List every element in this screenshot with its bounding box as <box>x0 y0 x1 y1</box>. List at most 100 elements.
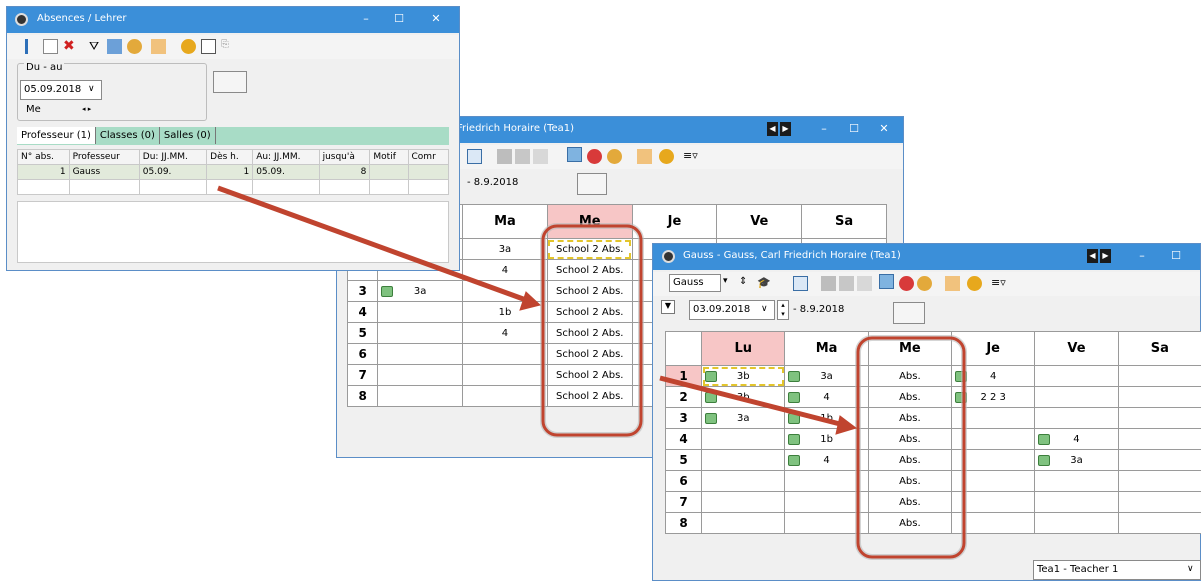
absence-cell[interactable]: Abs. <box>867 365 953 387</box>
chevron-down-icon[interactable]: ∨ <box>88 84 95 94</box>
absence-cell[interactable]: Abs. <box>867 491 953 513</box>
lesson-cell[interactable] <box>1034 470 1119 492</box>
absence-cell[interactable]: Abs. <box>867 428 953 450</box>
lesson-cell[interactable] <box>951 428 1036 450</box>
teacher-select[interactable]: Gauss <box>669 274 721 292</box>
absence-cell[interactable]: Abs. <box>867 449 953 471</box>
print-icon[interactable] <box>821 276 836 291</box>
grid-cell[interactable]: 8 <box>318 164 371 180</box>
lesson-cell[interactable] <box>1034 491 1119 513</box>
lesson-cell[interactable] <box>951 491 1036 513</box>
users-icon[interactable] <box>127 39 142 54</box>
lesson-cell[interactable]: 1b <box>784 428 869 450</box>
lesson-cell[interactable] <box>1117 428 1201 450</box>
delete-icon[interactable]: ✖ <box>63 38 78 54</box>
report-icon[interactable]: ⎘ <box>221 39 236 54</box>
calendar-icon[interactable] <box>201 39 216 54</box>
filter-icon[interactable]: ⛛ <box>89 39 104 54</box>
grid-header-cell[interactable]: Du: JJ.MM. <box>138 149 208 165</box>
grid-header-cell[interactable]: Au: JJ.MM. <box>252 149 320 165</box>
lesson-cell[interactable]: 3a <box>1034 449 1119 471</box>
calendar-dropdown[interactable] <box>577 173 607 195</box>
lesson-cell[interactable] <box>1117 386 1201 408</box>
lesson-cell[interactable] <box>951 512 1036 534</box>
grid-cell[interactable] <box>138 179 208 195</box>
absence-cell[interactable]: School 2 Abs. <box>546 238 633 260</box>
lesson-cell[interactable] <box>1034 365 1119 387</box>
lesson-cell[interactable] <box>701 470 786 492</box>
absence-cell[interactable]: Abs. <box>867 386 953 408</box>
lesson-cell[interactable]: 4 <box>1034 428 1119 450</box>
absence-cell[interactable]: School 2 Abs. <box>546 301 633 323</box>
grid-icon[interactable] <box>793 276 808 291</box>
chevron-down-icon[interactable]: ∨ <box>1187 564 1194 574</box>
settings-icon[interactable] <box>181 39 196 54</box>
grid-header-cell[interactable]: Dès h. <box>206 149 254 165</box>
day-header[interactable]: Sa <box>801 204 887 239</box>
lesson-cell[interactable] <box>377 322 464 344</box>
link-icon[interactable] <box>857 276 872 291</box>
lesson-cell[interactable] <box>377 385 464 407</box>
maximize-button[interactable]: ☐ <box>1167 248 1185 264</box>
day-header[interactable]: Lu <box>701 331 786 366</box>
cap-icon[interactable]: 🎓 <box>757 276 772 291</box>
minimize-button[interactable]: – <box>357 11 375 27</box>
chevron-down-icon[interactable]: ∨ <box>761 304 768 314</box>
lesson-cell[interactable] <box>377 301 464 323</box>
day-header[interactable]: Me <box>867 331 953 366</box>
grid-header-cell[interactable]: jusqu'à <box>318 149 371 165</box>
grid-cell[interactable] <box>407 164 450 180</box>
day-header[interactable]: Ve <box>716 204 803 239</box>
maximize-button[interactable]: ☐ <box>390 11 408 27</box>
lesson-cell[interactable] <box>784 470 869 492</box>
lesson-cell[interactable] <box>701 428 786 450</box>
lesson-cell[interactable] <box>462 385 548 407</box>
grid-cell[interactable] <box>252 179 320 195</box>
lesson-cell[interactable] <box>377 343 464 365</box>
grid-cell[interactable] <box>318 179 371 195</box>
day-header[interactable]: Sa <box>1117 331 1201 366</box>
lesson-cell[interactable] <box>701 449 786 471</box>
absence-cell[interactable]: School 2 Abs. <box>546 343 633 365</box>
absence-cell[interactable]: School 2 Abs. <box>546 364 633 386</box>
grid-header-cell[interactable]: N° abs. <box>17 149 70 165</box>
nav-prev-icon[interactable]: ◀ <box>1087 249 1098 263</box>
grid-cell[interactable]: 05.09. <box>252 164 320 180</box>
lesson-cell[interactable]: 4 <box>784 386 869 408</box>
grid-cell[interactable]: 1 <box>17 164 70 180</box>
link-icon[interactable] <box>533 149 548 164</box>
day-header[interactable]: Ma <box>462 204 548 239</box>
edit-icon[interactable] <box>879 274 894 289</box>
grid-cell[interactable]: Gauss <box>68 164 140 180</box>
tab-classes[interactable]: Classes (0) <box>96 127 160 144</box>
stepper-icon[interactable]: ⇕ <box>739 276 754 291</box>
absence-cell[interactable]: Abs. <box>867 407 953 429</box>
nav-prev-icon[interactable]: ◀ <box>767 122 778 136</box>
lesson-cell[interactable] <box>1117 407 1201 429</box>
grid-cell[interactable] <box>369 164 409 180</box>
grid-header-cell[interactable]: Motif <box>369 149 409 165</box>
grid-cell[interactable] <box>17 179 70 195</box>
lesson-cell[interactable]: 2 2 3 <box>951 386 1036 408</box>
new-icon[interactable] <box>43 39 58 54</box>
sort-icon[interactable] <box>107 39 122 54</box>
lesson-cell[interactable] <box>784 512 869 534</box>
maximize-button[interactable]: ☐ <box>845 121 863 137</box>
lesson-cell[interactable]: 3b <box>701 365 786 387</box>
lesson-cell[interactable]: 4 <box>462 322 548 344</box>
lesson-cell[interactable] <box>462 343 548 365</box>
users-icon[interactable] <box>607 149 622 164</box>
nav-next-icon[interactable]: ▶ <box>780 122 791 136</box>
edit-icon[interactable] <box>567 147 582 162</box>
close-button[interactable]: ✕ <box>427 11 445 27</box>
day-header[interactable]: Me <box>546 204 633 239</box>
settings-icon[interactable] <box>659 149 674 164</box>
absence-cell[interactable]: School 2 Abs. <box>546 280 633 302</box>
list-icon[interactable] <box>25 39 40 54</box>
lesson-cell[interactable] <box>701 491 786 513</box>
absence-cell[interactable]: Abs. <box>867 470 953 492</box>
lesson-cell[interactable]: 3b <box>701 386 786 408</box>
day-header[interactable]: Je <box>951 331 1036 366</box>
lesson-cell[interactable] <box>1034 407 1119 429</box>
page-icon[interactable] <box>151 39 166 54</box>
